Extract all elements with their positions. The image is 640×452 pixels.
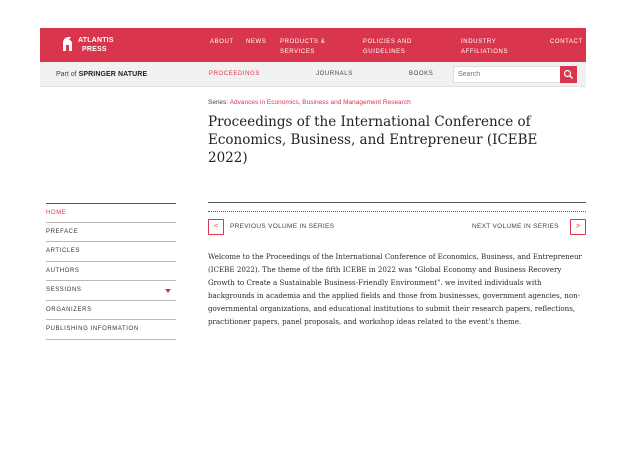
sidebar-item-home[interactable]: HOME (46, 203, 176, 223)
next-volume-label: NEXT VOLUME IN SERIES (472, 223, 559, 230)
subnav-books[interactable]: BOOKS (409, 71, 433, 77)
logo-wordmark: ATLANTIS PRESS (78, 36, 114, 54)
series-link[interactable]: Advances in Economics, Business and Mana… (230, 99, 411, 106)
sidebar-item-sessions[interactable]: SESSIONS (46, 281, 176, 301)
atlantis-logo-icon (63, 37, 72, 51)
sidebar-menu: HOME PREFACE ARTICLES AUTHORS SESSIONS O… (46, 203, 176, 340)
sidebar-item-publishing-information[interactable]: PUBLISHING INFORMATION (46, 320, 176, 340)
chevron-left-icon: < (208, 219, 224, 235)
top-nav-bar: ATLANTIS PRESS ABOUT NEWS PRODUCTS & SER… (40, 28, 586, 62)
chevron-down-icon (165, 289, 171, 293)
subnav-proceedings[interactable]: PROCEEDINGS (209, 71, 260, 77)
sub-nav-bar: Part of SPRINGER NATURE PROCEEDINGS JOUR… (40, 62, 586, 87)
intro-paragraph: Welcome to the Proceedings of the Intern… (208, 252, 582, 326)
search-box (453, 66, 577, 83)
part-of-springer-nature[interactable]: Part of SPRINGER NATURE (56, 71, 147, 78)
previous-volume-label: PREVIOUS VOLUME IN SERIES (230, 223, 335, 230)
content-divider-dotted (208, 211, 586, 212)
series-prefix: Series: (208, 99, 229, 106)
nav-industry-affiliations[interactable]: INDUSTRY AFFILIATIONS (461, 37, 519, 57)
search-icon (563, 69, 573, 79)
search-input[interactable] (454, 67, 561, 82)
search-button[interactable] (560, 66, 577, 83)
sidebar-item-preface[interactable]: PREFACE (46, 223, 176, 242)
page-title: Proceedings of the International Confere… (208, 114, 538, 166)
next-volume-link[interactable]: NEXT VOLUME IN SERIES > (472, 219, 586, 235)
logo-line-1: ATLANTIS (78, 37, 114, 44)
sidebar-item-sessions-label: SESSIONS (46, 287, 82, 293)
nav-contact[interactable]: CONTACT (550, 37, 583, 47)
sidebar-item-authors[interactable]: AUTHORS (46, 262, 176, 281)
sidebar-item-articles[interactable]: ARTICLES (46, 242, 176, 262)
atlantis-press-logo[interactable]: ATLANTIS PRESS (60, 35, 124, 57)
content-divider (208, 202, 586, 203)
part-of-prefix: Part of (56, 71, 77, 78)
nav-products-services[interactable]: PRODUCTS & SERVICES (280, 37, 338, 57)
springer-nature-brand: SPRINGER NATURE (78, 71, 148, 78)
chevron-right-icon: > (570, 219, 586, 235)
series-line: Series: Advances in Economics, Business … (208, 99, 411, 106)
previous-volume-link[interactable]: < PREVIOUS VOLUME IN SERIES (208, 219, 348, 235)
sidebar-item-organizers[interactable]: ORGANIZERS (46, 301, 176, 320)
nav-news[interactable]: NEWS (246, 37, 266, 47)
subnav-journals[interactable]: JOURNALS (316, 71, 353, 77)
logo-line-2: PRESS (82, 46, 107, 53)
nav-about[interactable]: ABOUT (210, 37, 234, 47)
nav-policies-guidelines[interactable]: POLICIES AND GUIDELINES (363, 37, 425, 57)
